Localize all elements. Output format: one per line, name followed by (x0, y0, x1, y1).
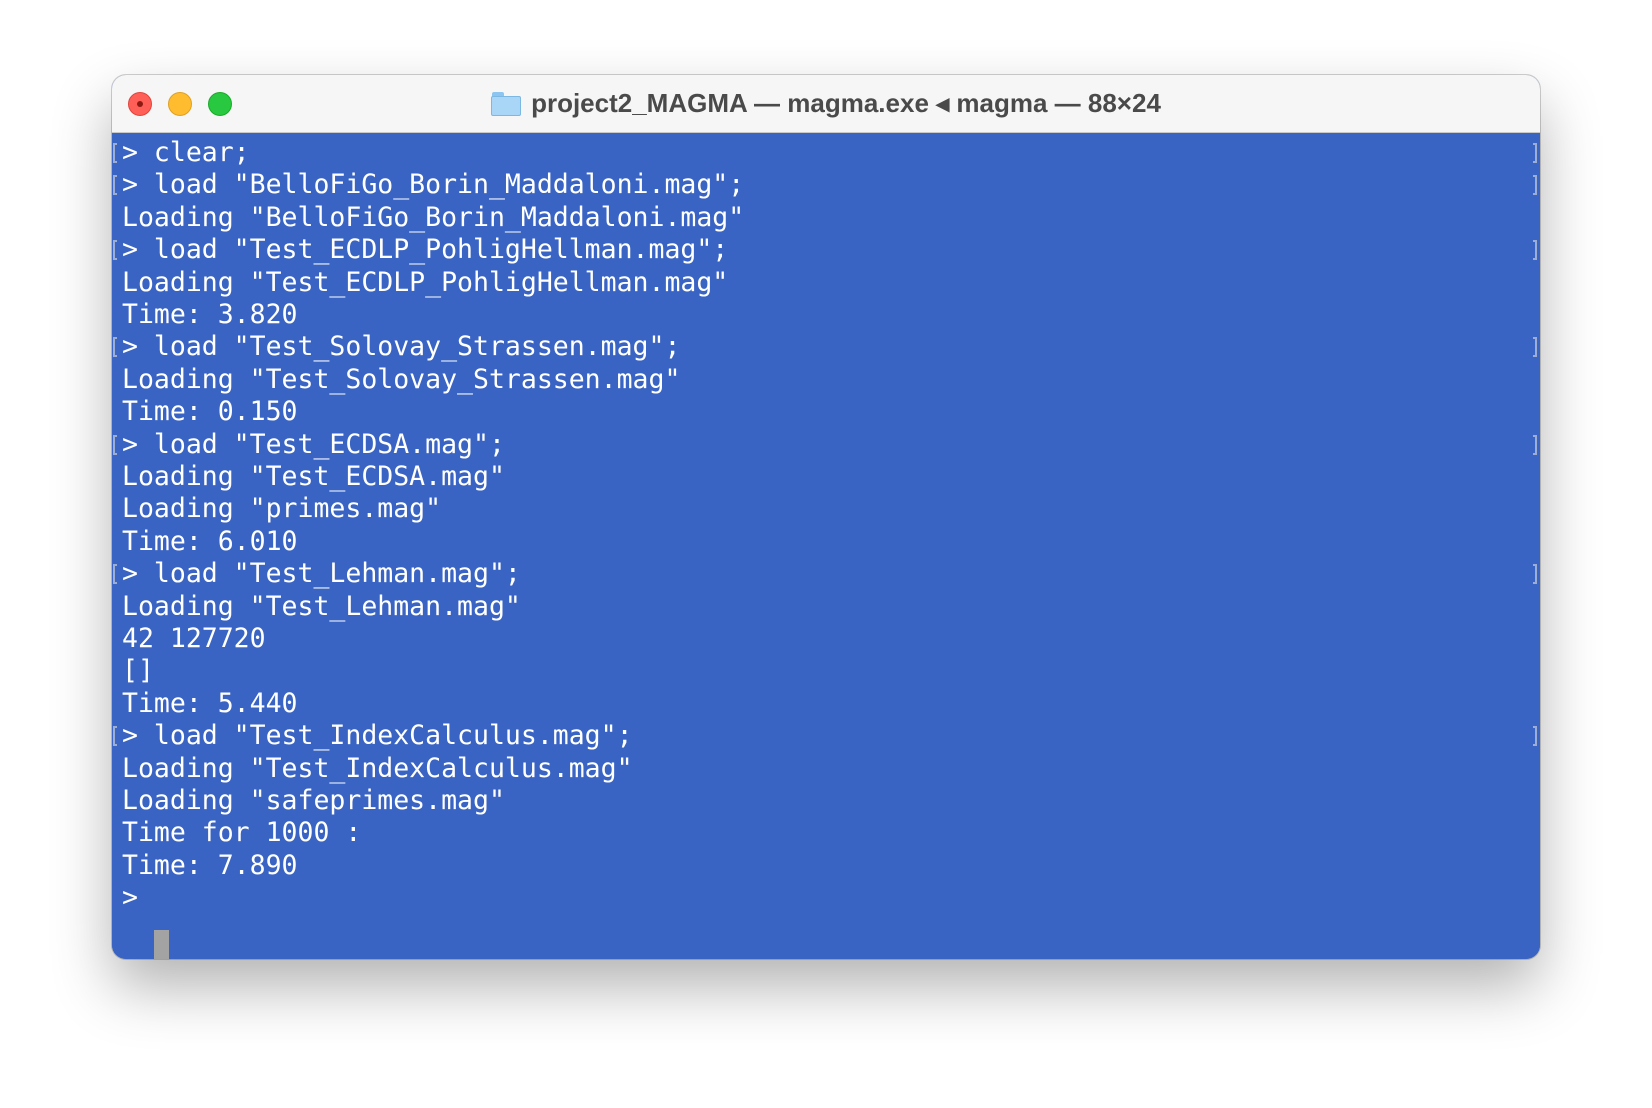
prompt-line: > clear; (122, 137, 250, 168)
output-line: Loading "Test_IndexCalculus.mag" (122, 752, 633, 784)
prompt-line: > load "Test_Lehman.mag"; (122, 558, 521, 590)
output-line: Loading "BelloFiGo_Borin_Maddaloni.mag" (122, 201, 745, 233)
prompt-line: > load "Test_IndexCalculus.mag"; (122, 720, 633, 752)
prompt-line: > load "BelloFiGo_Borin_Maddaloni.mag"; (122, 169, 745, 201)
output-line: > (122, 882, 138, 914)
prompt-line: > load "Test_ECDLP_PohligHellman.mag"; (122, 234, 729, 266)
mark-bracket-right (1533, 564, 1537, 585)
mark-bracket-right (1533, 337, 1537, 358)
output-line: [] (122, 655, 154, 687)
title-bar[interactable]: project2_MAGMA — magma.exe ◂ magma — 88×… (112, 75, 1540, 133)
folder-icon (491, 91, 522, 116)
output-line: Loading "primes.mag" (122, 493, 442, 525)
output-line: 42 127720 (122, 623, 266, 654)
mark-bracket-left (113, 240, 117, 261)
output-line: Loading "Test_Lehman.mag" (122, 590, 521, 622)
output-line: Time: 3.820 (122, 299, 298, 330)
mark-bracket-left (113, 337, 117, 358)
mark-bracket-right (1533, 240, 1537, 261)
mark-bracket-left (113, 564, 117, 585)
output-line: Time: 7.890 (122, 849, 298, 881)
mark-bracket-left (113, 434, 117, 455)
output-line: Time: 0.150 (122, 396, 298, 428)
mark-bracket-right (1533, 175, 1537, 196)
output-line: Loading "Test_ECDLP_PohligHellman.mag" (122, 266, 729, 298)
prompt-line: > load "Test_Solovay_Strassen.mag"; (122, 331, 681, 363)
prompt-line: > load "Test_ECDSA.mag"; (122, 428, 505, 460)
output-line: Time: 6.010 (122, 525, 298, 557)
window-title: project2_MAGMA — magma.exe ◂ magma — 88×… (531, 88, 1161, 118)
mark-bracket-left (113, 726, 117, 747)
window-title-container: project2_MAGMA — magma.exe ◂ magma — 88×… (112, 75, 1540, 132)
mark-bracket-right (1533, 726, 1537, 747)
output-line: Time for 1000 : (122, 817, 362, 849)
terminal-window: project2_MAGMA — magma.exe ◂ magma — 88×… (112, 75, 1540, 959)
output-line: Loading "Test_Solovay_Strassen.mag" (122, 363, 681, 395)
mark-bracket-left (113, 175, 117, 196)
output-line: Loading "Test_ECDSA.mag" (122, 461, 505, 492)
terminal-output[interactable]: > clear; > load "BelloFiGo_Borin_Maddalon… (112, 133, 1540, 959)
text-cursor (154, 930, 169, 959)
mark-bracket-left (113, 143, 117, 163)
output-line: Time: 5.440 (122, 687, 298, 719)
mark-bracket-right (1533, 434, 1537, 455)
output-line: Loading "safeprimes.mag" (122, 785, 505, 816)
mark-bracket-right (1533, 143, 1537, 163)
